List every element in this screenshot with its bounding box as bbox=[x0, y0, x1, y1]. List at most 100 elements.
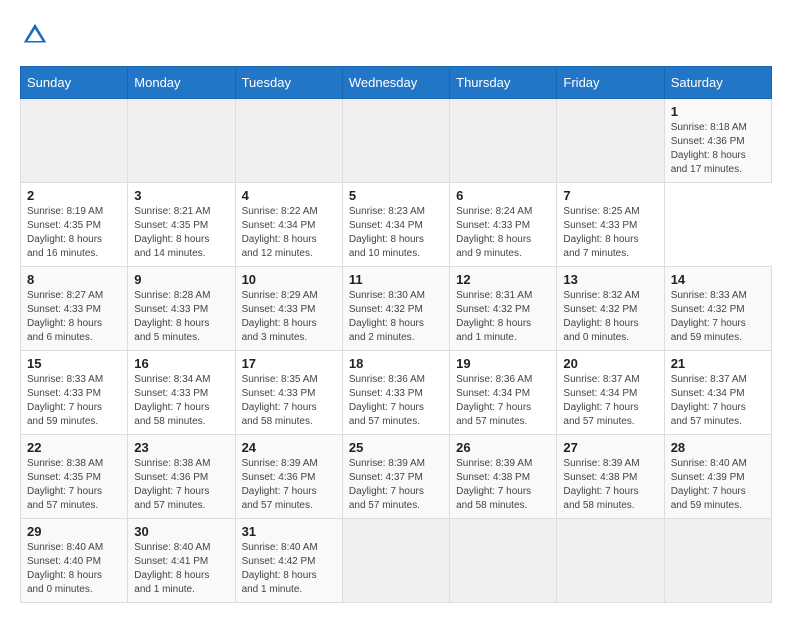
day-info: Sunrise: 8:30 AMSunset: 4:32 PMDaylight:… bbox=[349, 289, 443, 345]
day-info: Sunrise: 8:39 AMSunset: 4:38 PMDaylight:… bbox=[456, 457, 550, 513]
day-number: 16 bbox=[134, 356, 228, 371]
day-number: 9 bbox=[134, 272, 228, 287]
day-info: Sunrise: 8:39 AMSunset: 4:38 PMDaylight:… bbox=[563, 457, 657, 513]
day-number: 25 bbox=[349, 440, 443, 455]
day-info: Sunrise: 8:19 AMSunset: 4:35 PMDaylight:… bbox=[27, 205, 121, 261]
day-info: Sunrise: 8:34 AMSunset: 4:33 PMDaylight:… bbox=[134, 373, 228, 429]
day-number: 11 bbox=[349, 272, 443, 287]
day-info: Sunrise: 8:38 AMSunset: 4:36 PMDaylight:… bbox=[134, 457, 228, 513]
calendar-cell: 8Sunrise: 8:27 AMSunset: 4:33 PMDaylight… bbox=[21, 267, 128, 351]
day-of-week-saturday: Saturday bbox=[664, 67, 771, 99]
calendar-cell: 22Sunrise: 8:38 AMSunset: 4:35 PMDayligh… bbox=[21, 435, 128, 519]
calendar-cell: 6 Sunrise: 8:24 AMSunset: 4:33 PMDaylight… bbox=[450, 183, 557, 267]
calendar-week-1: 1 Sunrise: 8:18 AMSunset: 4:36 PMDaylight… bbox=[21, 99, 772, 183]
day-number: 21 bbox=[671, 356, 765, 371]
day-number: 19 bbox=[456, 356, 550, 371]
calendar-cell bbox=[664, 519, 771, 603]
calendar-cell bbox=[557, 519, 664, 603]
day-info: Sunrise: 8:22 AMSunset: 4:34 PMDaylight:… bbox=[242, 205, 336, 261]
day-number: 23 bbox=[134, 440, 228, 455]
calendar-cell bbox=[557, 99, 664, 183]
calendar-cell: 28 Sunrise: 8:40 AMSunset: 4:39 PMDayligh… bbox=[664, 435, 771, 519]
day-number: 13 bbox=[563, 272, 657, 287]
day-info: Sunrise: 8:36 AMSunset: 4:33 PMDaylight:… bbox=[349, 373, 443, 429]
day-number: 18 bbox=[349, 356, 443, 371]
calendar-cell: 12Sunrise: 8:31 AMSunset: 4:32 PMDayligh… bbox=[450, 267, 557, 351]
day-info: Sunrise: 8:21 AMSunset: 4:35 PMDaylight:… bbox=[134, 205, 228, 261]
calendar-cell: 5Sunrise: 8:23 AMSunset: 4:34 PMDaylight… bbox=[342, 183, 449, 267]
day-number: 24 bbox=[242, 440, 336, 455]
day-number: 22 bbox=[27, 440, 121, 455]
day-number: 17 bbox=[242, 356, 336, 371]
calendar-cell: 31Sunrise: 8:40 AMSunset: 4:42 PMDayligh… bbox=[235, 519, 342, 603]
calendar-cell: 14 Sunrise: 8:33 AMSunset: 4:32 PMDayligh… bbox=[664, 267, 771, 351]
day-info: Sunrise: 8:40 AMSunset: 4:39 PMDaylight:… bbox=[671, 457, 765, 513]
calendar-cell: 26 Sunrise: 8:39 AMSunset: 4:38 PMDayligh… bbox=[450, 435, 557, 519]
day-number: 6 bbox=[456, 188, 550, 203]
calendar-cell: 25 Sunrise: 8:39 AMSunset: 4:37 PMDayligh… bbox=[342, 435, 449, 519]
day-number: 5 bbox=[349, 188, 443, 203]
page-header bbox=[20, 20, 772, 50]
day-of-week-wednesday: Wednesday bbox=[342, 67, 449, 99]
day-number: 29 bbox=[27, 524, 121, 539]
calendar-cell: 7 Sunrise: 8:25 AMSunset: 4:33 PMDaylight… bbox=[557, 183, 664, 267]
calendar-cell: 21 Sunrise: 8:37 AMSunset: 4:34 PMDayligh… bbox=[664, 351, 771, 435]
calendar-week-2: 2 Sunrise: 8:19 AMSunset: 4:35 PMDaylight… bbox=[21, 183, 772, 267]
calendar-table: SundayMondayTuesdayWednesdayThursdayFrid… bbox=[20, 66, 772, 603]
calendar-cell: 27 Sunrise: 8:39 AMSunset: 4:38 PMDayligh… bbox=[557, 435, 664, 519]
day-info: Sunrise: 8:39 AMSunset: 4:37 PMDaylight:… bbox=[349, 457, 443, 513]
calendar-cell: 18 Sunrise: 8:36 AMSunset: 4:33 PMDayligh… bbox=[342, 351, 449, 435]
calendar-cell bbox=[235, 99, 342, 183]
day-info: Sunrise: 8:40 AMSunset: 4:42 PMDaylight:… bbox=[242, 541, 336, 597]
calendar-cell: 19 Sunrise: 8:36 AMSunset: 4:34 PMDayligh… bbox=[450, 351, 557, 435]
day-number: 14 bbox=[671, 272, 765, 287]
calendar-cell: 24 Sunrise: 8:39 AMSunset: 4:36 PMDayligh… bbox=[235, 435, 342, 519]
day-info: Sunrise: 8:32 AMSunset: 4:32 PMDaylight:… bbox=[563, 289, 657, 345]
day-info: Sunrise: 8:40 AMSunset: 4:41 PMDaylight:… bbox=[134, 541, 228, 597]
calendar-cell bbox=[450, 519, 557, 603]
day-number: 20 bbox=[563, 356, 657, 371]
calendar-cell bbox=[21, 99, 128, 183]
calendar-week-6: 29 Sunrise: 8:40 AMSunset: 4:40 PMDayligh… bbox=[21, 519, 772, 603]
day-info: Sunrise: 8:37 AMSunset: 4:34 PMDaylight:… bbox=[671, 373, 765, 429]
calendar-cell: 4 Sunrise: 8:22 AMSunset: 4:34 PMDaylight… bbox=[235, 183, 342, 267]
day-number: 30 bbox=[134, 524, 228, 539]
day-info: Sunrise: 8:25 AMSunset: 4:33 PMDaylight:… bbox=[563, 205, 657, 261]
day-of-week-sunday: Sunday bbox=[21, 67, 128, 99]
calendar-cell: 29 Sunrise: 8:40 AMSunset: 4:40 PMDayligh… bbox=[21, 519, 128, 603]
day-info: Sunrise: 8:18 AMSunset: 4:36 PMDaylight:… bbox=[671, 121, 765, 177]
day-of-week-thursday: Thursday bbox=[450, 67, 557, 99]
day-number: 4 bbox=[242, 188, 336, 203]
day-info: Sunrise: 8:36 AMSunset: 4:34 PMDaylight:… bbox=[456, 373, 550, 429]
day-info: Sunrise: 8:35 AMSunset: 4:33 PMDaylight:… bbox=[242, 373, 336, 429]
calendar-cell bbox=[342, 99, 449, 183]
day-number: 27 bbox=[563, 440, 657, 455]
calendar-cell: 17 Sunrise: 8:35 AMSunset: 4:33 PMDayligh… bbox=[235, 351, 342, 435]
calendar-cell: 1 Sunrise: 8:18 AMSunset: 4:36 PMDaylight… bbox=[664, 99, 771, 183]
day-number: 8 bbox=[27, 272, 121, 287]
calendar-week-4: 15Sunrise: 8:33 AMSunset: 4:33 PMDayligh… bbox=[21, 351, 772, 435]
day-number: 2 bbox=[27, 188, 121, 203]
day-info: Sunrise: 8:29 AMSunset: 4:33 PMDaylight:… bbox=[242, 289, 336, 345]
day-number: 7 bbox=[563, 188, 657, 203]
calendar-cell bbox=[128, 99, 235, 183]
calendar-cell: 10Sunrise: 8:29 AMSunset: 4:33 PMDayligh… bbox=[235, 267, 342, 351]
calendar-cell bbox=[450, 99, 557, 183]
calendar-cell: 9 Sunrise: 8:28 AMSunset: 4:33 PMDaylight… bbox=[128, 267, 235, 351]
day-number: 3 bbox=[134, 188, 228, 203]
day-number: 1 bbox=[671, 104, 765, 119]
calendar-body: 1 Sunrise: 8:18 AMSunset: 4:36 PMDaylight… bbox=[21, 99, 772, 603]
day-info: Sunrise: 8:33 AMSunset: 4:33 PMDaylight:… bbox=[27, 373, 121, 429]
days-of-week-row: SundayMondayTuesdayWednesdayThursdayFrid… bbox=[21, 67, 772, 99]
calendar-cell: 30 Sunrise: 8:40 AMSunset: 4:41 PMDayligh… bbox=[128, 519, 235, 603]
day-info: Sunrise: 8:40 AMSunset: 4:40 PMDaylight:… bbox=[27, 541, 121, 597]
day-info: Sunrise: 8:39 AMSunset: 4:36 PMDaylight:… bbox=[242, 457, 336, 513]
day-info: Sunrise: 8:28 AMSunset: 4:33 PMDaylight:… bbox=[134, 289, 228, 345]
calendar-cell: 11 Sunrise: 8:30 AMSunset: 4:32 PMDayligh… bbox=[342, 267, 449, 351]
day-info: Sunrise: 8:37 AMSunset: 4:34 PMDaylight:… bbox=[563, 373, 657, 429]
day-number: 28 bbox=[671, 440, 765, 455]
calendar-cell: 23 Sunrise: 8:38 AMSunset: 4:36 PMDayligh… bbox=[128, 435, 235, 519]
day-info: Sunrise: 8:24 AMSunset: 4:33 PMDaylight:… bbox=[456, 205, 550, 261]
day-number: 26 bbox=[456, 440, 550, 455]
day-info: Sunrise: 8:33 AMSunset: 4:32 PMDaylight:… bbox=[671, 289, 765, 345]
